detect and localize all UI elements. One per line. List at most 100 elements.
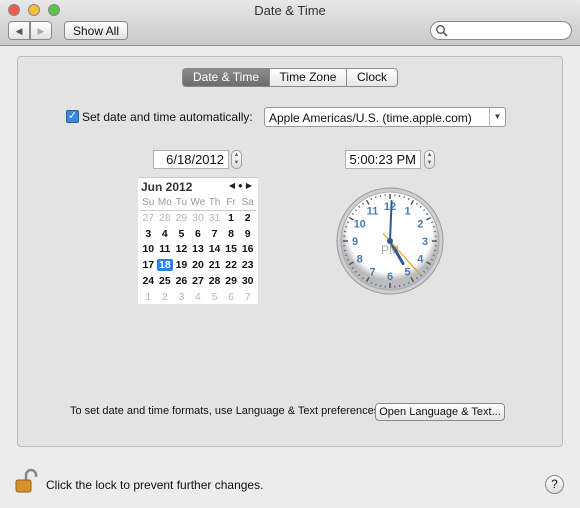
forward-button[interactable]: ▶: [30, 21, 52, 40]
calendar-day[interactable]: 28: [206, 273, 223, 289]
calendar-day[interactable]: 27: [140, 210, 157, 226]
calendar-day[interactable]: 13: [190, 242, 207, 258]
date-field[interactable]: 6/18/2012: [153, 150, 229, 169]
weekday-header: Fr: [222, 196, 240, 211]
calendar-day-label: 31: [208, 212, 221, 225]
calendar-day[interactable]: 11: [157, 242, 174, 258]
calendar-day[interactable]: 18: [156, 257, 174, 273]
clock-number: 2: [417, 219, 423, 231]
calendar-day-label: 26: [175, 275, 188, 288]
calendar-day[interactable]: 8: [223, 226, 240, 242]
auto-time-checkbox[interactable]: ✓: [66, 110, 79, 123]
calendar-day[interactable]: 4: [190, 289, 207, 305]
search-input[interactable]: [430, 21, 572, 40]
calendar-day[interactable]: 24: [140, 273, 157, 289]
calendar-day[interactable]: 5: [206, 289, 223, 305]
calendar-day-label: 30: [241, 275, 254, 288]
tab-time-zone[interactable]: Time Zone: [269, 68, 347, 87]
calendar-grid: Su Mo Tu We Th Fr Sa 27 28 29 30 31 1 2 3 4 5 6 7 8 9 10 11 12…: [140, 196, 256, 305]
calendar-day-label: 25: [159, 275, 171, 288]
clock-number: 3: [422, 236, 428, 248]
today-icon[interactable]: ●: [238, 181, 246, 190]
calendar-day[interactable]: 23: [239, 257, 256, 273]
calendar-day[interactable]: 3: [173, 289, 190, 305]
calendar-day[interactable]: 3: [140, 226, 157, 242]
calendar-day[interactable]: 7: [239, 289, 256, 305]
calendar-day[interactable]: 20: [190, 257, 207, 273]
calendar-day[interactable]: 29: [223, 273, 240, 289]
tab-date-time[interactable]: Date & Time: [182, 68, 270, 87]
clock-tick: [374, 196, 377, 199]
calendar-day[interactable]: 27: [190, 273, 207, 289]
calendar: Jun 2012 ◀●▶ Su Mo Tu We Th Fr Sa 27 28 29 30 31 1 2…: [138, 177, 258, 304]
help-button[interactable]: ?: [545, 475, 564, 494]
calendar-day-label: 19: [175, 259, 188, 272]
time-stepper[interactable]: ▲ ▼: [424, 150, 435, 169]
calendar-day[interactable]: 2: [239, 210, 256, 226]
window-title: Date & Time: [254, 3, 326, 18]
back-button[interactable]: ◀: [8, 21, 30, 40]
open-language-text-button[interactable]: Open Language & Text...: [375, 403, 505, 421]
date-stepper[interactable]: ▲ ▼: [231, 150, 242, 169]
calendar-day[interactable]: 5: [173, 226, 190, 242]
calendar-day[interactable]: 19: [173, 257, 190, 273]
calendar-day[interactable]: 30: [239, 273, 256, 289]
calendar-day[interactable]: 25: [157, 273, 174, 289]
calendar-day[interactable]: 10: [140, 242, 157, 258]
show-all-button[interactable]: Show All: [64, 21, 128, 40]
clock-center: [387, 238, 393, 244]
weekday-header: Tu: [173, 196, 190, 211]
auto-time-label: Set date and time automatically:: [82, 110, 253, 124]
calendar-day-label: 2: [161, 290, 168, 303]
calendar-day[interactable]: 26: [173, 273, 190, 289]
time-server-popup[interactable]: Apple Americas/U.S. (time.apple.com) ▼: [264, 107, 506, 127]
calendar-day-label: 4: [161, 227, 168, 240]
calendar-day[interactable]: 1: [140, 289, 157, 305]
calendar-day-label: 27: [192, 275, 204, 288]
lock-icon[interactable]: [14, 468, 42, 494]
clock-tick: [345, 254, 348, 257]
calendar-day[interactable]: 7: [206, 226, 223, 242]
calendar-day[interactable]: 28: [157, 210, 174, 226]
calendar-day[interactable]: 30: [190, 210, 207, 226]
calendar-day[interactable]: 21: [206, 257, 223, 273]
calendar-day-label: 16: [241, 243, 254, 256]
calendar-day[interactable]: 6: [223, 289, 240, 305]
calendar-day-label: 24: [142, 275, 155, 288]
clock-tick: [403, 196, 406, 199]
tab-clock[interactable]: Clock: [346, 68, 398, 87]
calendar-day-label: 6: [195, 227, 201, 240]
calendar-day[interactable]: 31: [206, 210, 223, 226]
clock-number: 11: [367, 206, 379, 218]
time-field[interactable]: 5:00:23 PM: [345, 150, 421, 169]
calendar-day-label: 27: [142, 212, 155, 225]
calendar-day[interactable]: 15: [223, 242, 240, 258]
calendar-day[interactable]: 14: [206, 242, 223, 258]
calendar-day-label: 13: [192, 243, 204, 256]
calendar-day-label: 1: [228, 212, 235, 225]
calendar-day[interactable]: 22: [223, 257, 240, 273]
weekday-header: Th: [206, 196, 223, 211]
calendar-day[interactable]: 2: [157, 289, 174, 305]
calendar-day[interactable]: 29: [173, 210, 190, 226]
calendar-day[interactable]: 9: [239, 226, 256, 242]
calendar-day-label: 22: [225, 259, 237, 272]
calendar-day-label: 11: [159, 243, 171, 256]
calendar-day-label: 15: [225, 243, 237, 256]
next-month-icon[interactable]: ▶: [246, 181, 255, 190]
clock-tick: [370, 197, 373, 201]
weekday-header: Mo: [156, 196, 174, 211]
calendar-nav[interactable]: ◀●▶: [229, 181, 255, 190]
calendar-day[interactable]: 16: [239, 242, 256, 258]
calendar-day-label: 29: [175, 212, 188, 225]
calendar-day-label: 5: [178, 227, 185, 240]
calendar-day[interactable]: 4: [157, 226, 174, 242]
calendar-day[interactable]: 6: [190, 226, 207, 242]
analog-clock[interactable]: 12 1234567891011 PM: [335, 186, 445, 296]
calendar-day[interactable]: 1: [223, 210, 240, 226]
calendar-day[interactable]: 12: [173, 242, 190, 258]
prev-month-icon[interactable]: ◀: [229, 181, 238, 190]
clock-number: 10: [354, 219, 366, 231]
calendar-day[interactable]: 17: [140, 257, 157, 273]
calendar-month: Jun 2012: [141, 180, 193, 194]
